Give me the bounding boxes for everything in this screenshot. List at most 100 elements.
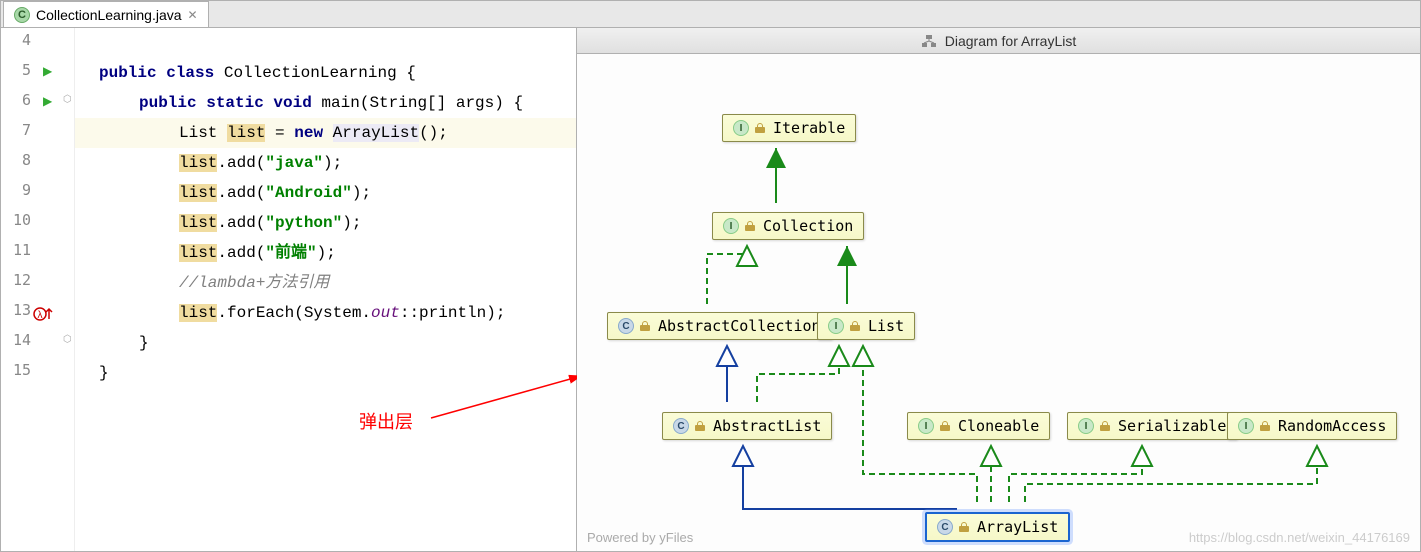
line-number: 8 — [1, 151, 31, 169]
token-keyword: public static void — [139, 94, 312, 112]
lock-icon — [745, 221, 757, 231]
node-label: List — [868, 317, 904, 335]
close-icon[interactable]: ✕ — [188, 8, 198, 22]
token: (); — [419, 124, 448, 142]
token — [323, 124, 333, 142]
token: .add( — [217, 244, 265, 262]
token-var: list — [227, 124, 265, 142]
diagram-title-bar: Diagram for ArrayList — [577, 28, 1420, 54]
node-abstractcollection[interactable]: C AbstractCollection — [607, 312, 832, 340]
node-iterable[interactable]: I Iterable — [722, 114, 856, 142]
token-field: out — [371, 304, 400, 322]
class-icon: C — [937, 519, 953, 535]
line-number: 15 — [1, 361, 31, 379]
diagram-canvas[interactable]: I Iterable I Collection C AbstractCollectio… — [577, 54, 1420, 551]
node-abstractlist[interactable]: C AbstractList — [662, 412, 832, 440]
node-label: Cloneable — [958, 417, 1039, 435]
token: ); — [317, 244, 336, 262]
token-string: "java" — [265, 154, 323, 172]
node-list[interactable]: I List — [817, 312, 915, 340]
annotation-text: 弹出层 — [359, 408, 413, 434]
token: = — [265, 124, 294, 142]
token-string: "前端" — [265, 244, 316, 262]
fold-icon[interactable]: ⬡ — [63, 334, 72, 345]
interface-icon: I — [723, 218, 739, 234]
interface-icon: I — [1238, 418, 1254, 434]
token-var: list — [179, 244, 217, 262]
node-collection[interactable]: I Collection — [712, 212, 864, 240]
svg-text:λ: λ — [38, 310, 43, 321]
interface-icon: I — [1078, 418, 1094, 434]
diagram-edges — [577, 54, 1420, 551]
diagram-title: Diagram for ArrayList — [945, 33, 1076, 49]
line-number: 4 — [1, 31, 31, 49]
gutter: 4 5 ▶ 6 ▶ ⬡ 7 8 9 10 11 12 13 λ 14 ⬡ 15 — [1, 28, 75, 551]
line-number: 14 — [1, 331, 31, 349]
node-label: AbstractList — [713, 417, 821, 435]
token-string: "python" — [265, 214, 342, 232]
lock-icon — [755, 123, 767, 133]
token-var: list — [179, 304, 217, 322]
node-label: ArrayList — [977, 518, 1058, 536]
token: .add( — [217, 154, 265, 172]
code-editor[interactable]: 4 5 ▶ 6 ▶ ⬡ 7 8 9 10 11 12 13 λ 14 ⬡ 15 … — [1, 28, 577, 551]
token: ::println); — [400, 304, 506, 322]
node-label: Iterable — [773, 119, 845, 137]
token-var: list — [179, 214, 217, 232]
fold-icon[interactable]: ⬡ — [63, 94, 72, 105]
line-number: 7 — [1, 121, 31, 139]
token: List — [179, 124, 227, 142]
node-randomaccess[interactable]: IRandomAccess — [1227, 412, 1397, 440]
run-icon[interactable]: ▶ — [43, 94, 52, 108]
line-number: 13 — [1, 301, 31, 319]
lock-icon — [1260, 421, 1272, 431]
lock-icon — [959, 522, 971, 532]
token-var: list — [179, 154, 217, 172]
lambda-icon: λ — [33, 305, 55, 323]
powered-by: Powered by yFiles — [587, 530, 693, 545]
token: } — [75, 358, 109, 388]
token: .add( — [217, 184, 265, 202]
line-number: 12 — [1, 271, 31, 289]
node-arraylist[interactable]: C ArrayList — [925, 512, 1070, 542]
lock-icon — [695, 421, 707, 431]
line-number: 6 — [1, 91, 31, 109]
token-keyword: public — [99, 64, 157, 82]
token: } — [75, 328, 149, 358]
token: ); — [323, 154, 342, 172]
token: .forEach(System. — [217, 304, 371, 322]
token: main(String[] args) { — [312, 94, 523, 112]
token-type: ArrayList — [333, 124, 419, 142]
line-number: 9 — [1, 181, 31, 199]
class-icon: C — [14, 7, 30, 23]
run-icon[interactable]: ▶ — [43, 64, 52, 78]
interface-icon: I — [733, 120, 749, 136]
line-number: 5 — [1, 61, 31, 79]
class-icon: C — [618, 318, 634, 334]
file-tab[interactable]: C CollectionLearning.java ✕ — [3, 1, 209, 27]
token-keyword: new — [294, 124, 323, 142]
token: ); — [342, 214, 361, 232]
node-label: AbstractCollection — [658, 317, 821, 335]
lock-icon — [640, 321, 652, 331]
token-keyword: class — [166, 64, 214, 82]
code-area[interactable]: public class CollectionLearning { public… — [75, 28, 576, 551]
class-icon: C — [673, 418, 689, 434]
interface-icon: I — [828, 318, 844, 334]
token-comment: //lambda+方法引用 — [179, 274, 329, 292]
lock-icon — [940, 421, 952, 431]
node-label: Collection — [763, 217, 853, 235]
node-serializable[interactable]: I Serializable — [1067, 412, 1237, 440]
lock-icon — [850, 321, 862, 331]
token: .add( — [217, 214, 265, 232]
token-var: list — [179, 184, 217, 202]
watermark: https://blog.csdn.net/weixin_44176169 — [1189, 530, 1410, 545]
diagram-panel[interactable]: Diagram for ArrayList — [577, 28, 1420, 551]
token: ); — [352, 184, 371, 202]
node-cloneable[interactable]: ICloneable — [907, 412, 1050, 440]
line-number: 11 — [1, 241, 31, 259]
lock-icon — [1100, 421, 1112, 431]
node-label: Serializable — [1118, 417, 1226, 435]
line-number: 10 — [1, 211, 31, 229]
token-string: "Android" — [265, 184, 351, 202]
